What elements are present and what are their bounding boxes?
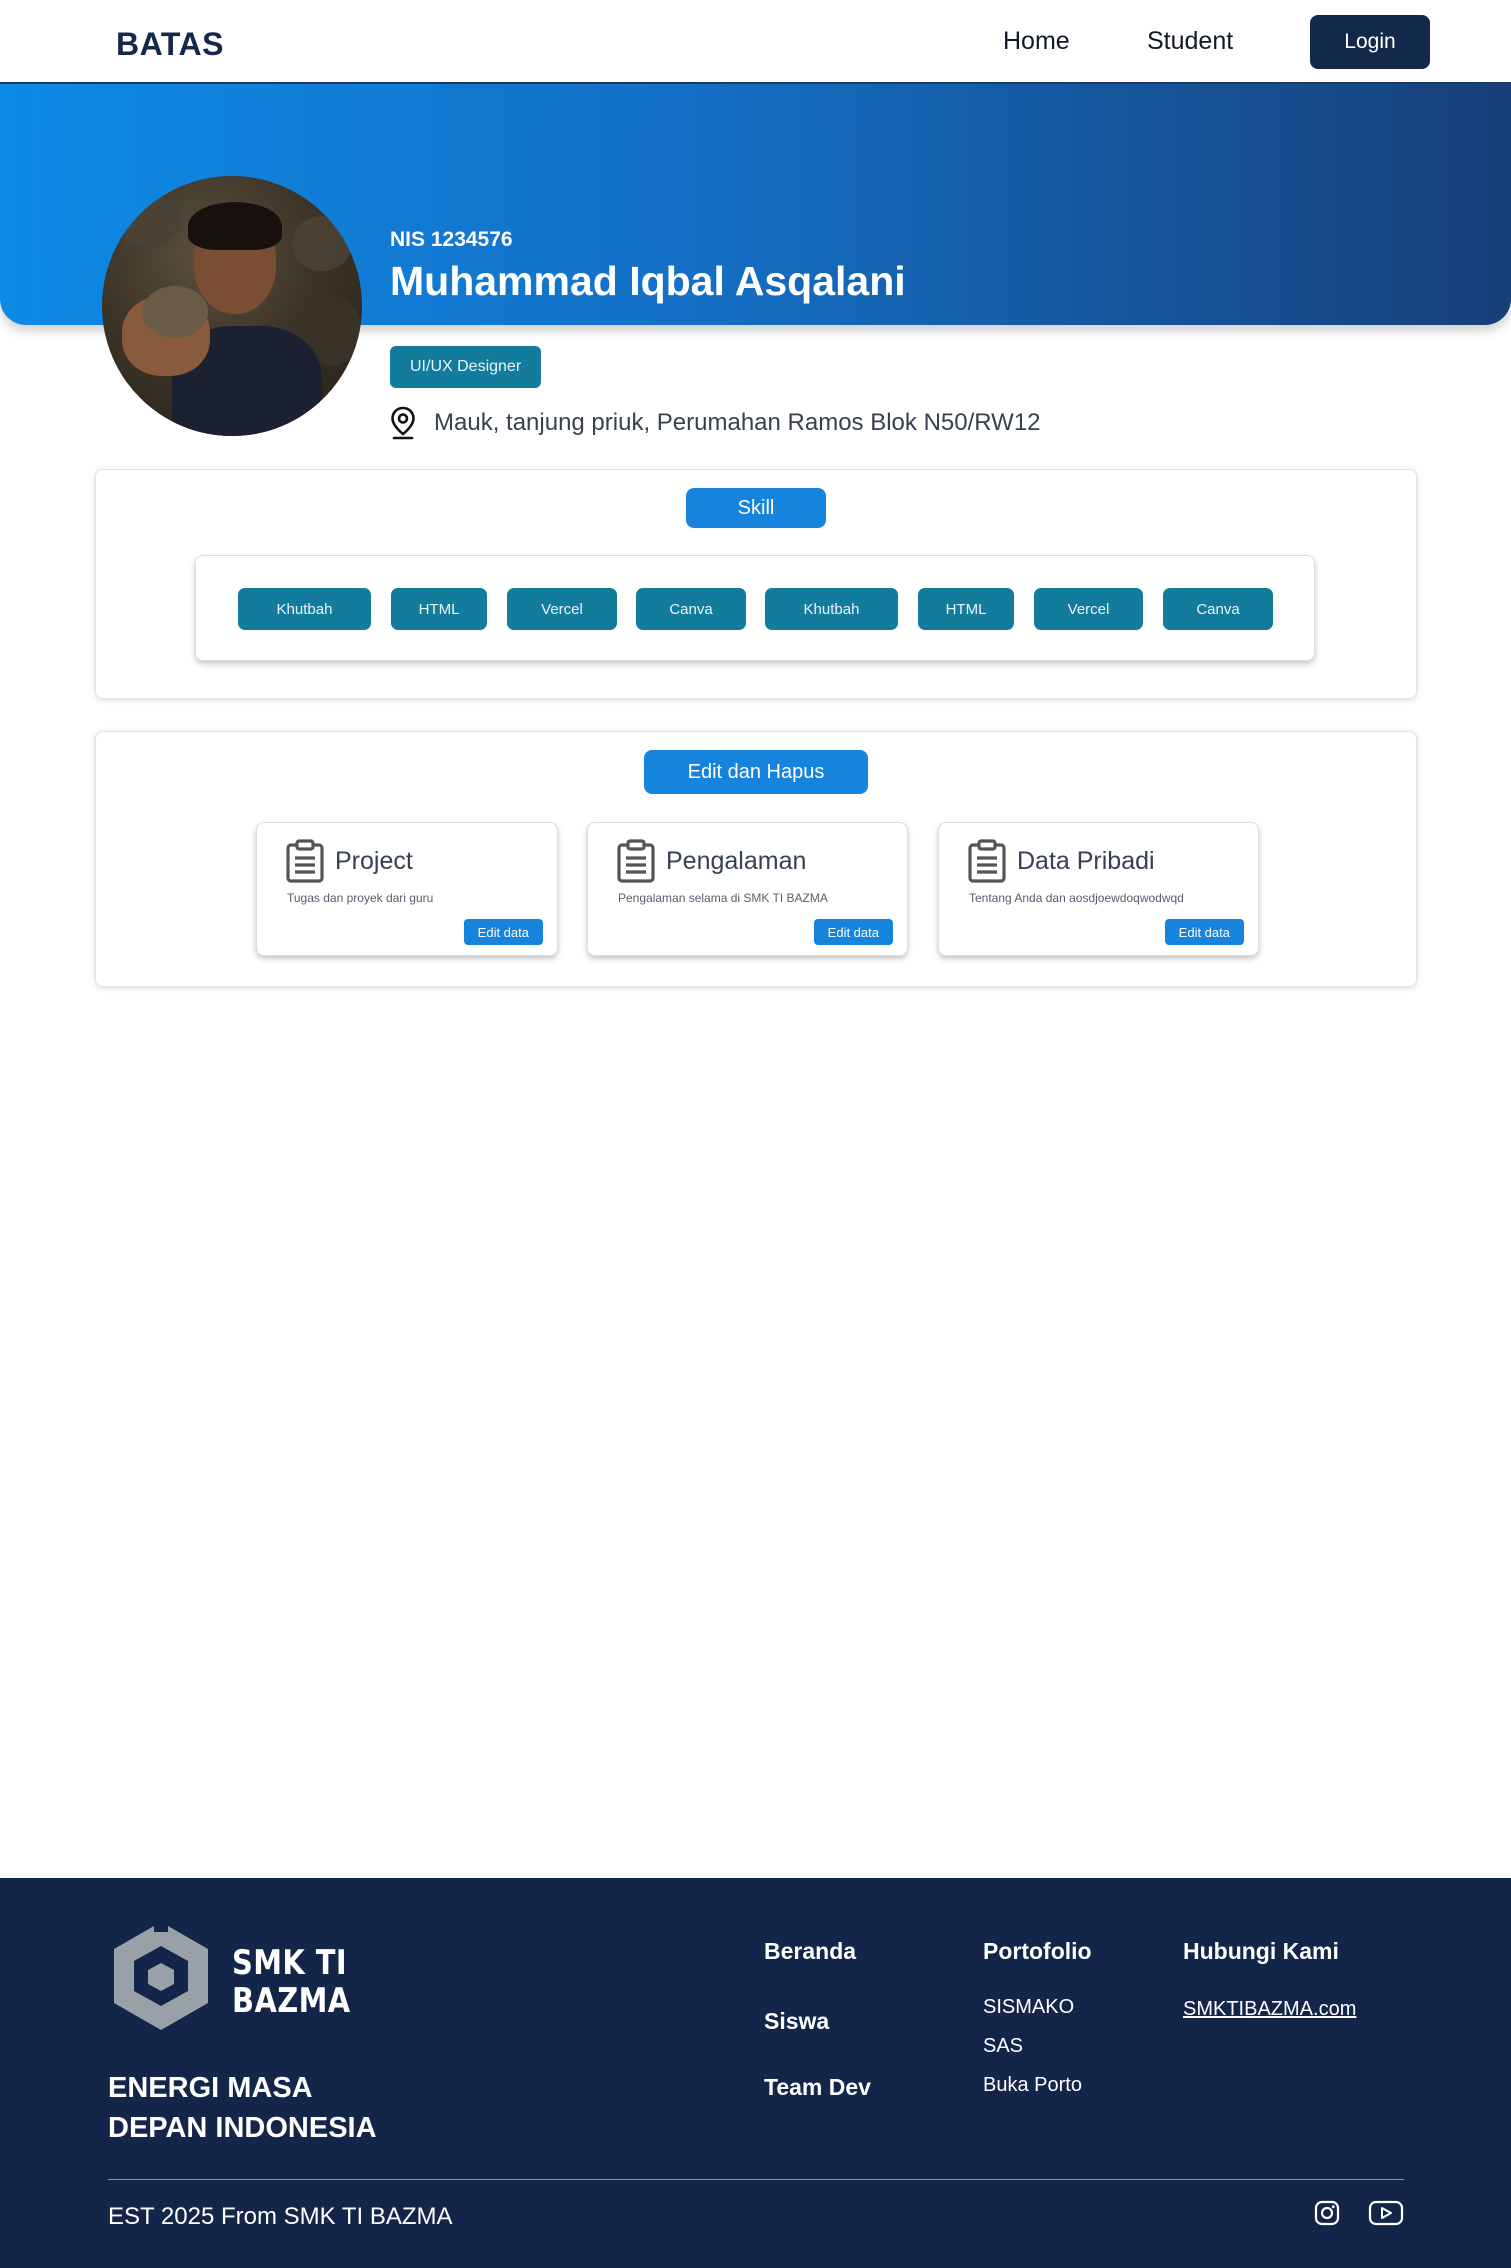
footer-link-beranda[interactable]: Beranda bbox=[764, 1938, 856, 1965]
avatar-bg-rock bbox=[112, 196, 182, 246]
location-pin-icon bbox=[391, 406, 415, 440]
tagline-line-2: DEPAN INDONESIA bbox=[108, 2112, 377, 2144]
card-title: Pengalaman bbox=[666, 846, 807, 875]
footer-link-siswa[interactable]: Siswa bbox=[764, 2008, 829, 2035]
skill-chip[interactable]: Canva bbox=[1163, 588, 1273, 630]
avatar-stone bbox=[142, 286, 208, 338]
login-button[interactable]: Login bbox=[1310, 15, 1430, 69]
project-card: Project Tugas dan proyek dari guru Edit … bbox=[256, 822, 558, 956]
footer: SMK TI BAZMA ENERGI MASA DEPAN INDONESIA… bbox=[0, 1878, 1511, 2268]
clipboard-icon bbox=[617, 839, 655, 883]
skill-list: Khutbah HTML Vercel Canva Khutbah HTML V… bbox=[195, 555, 1315, 661]
skill-chip[interactable]: HTML bbox=[918, 588, 1014, 630]
footer-link-team-dev[interactable]: Team Dev bbox=[764, 2074, 871, 2101]
card-title: Project bbox=[335, 846, 413, 875]
copyright-text: EST 2025 From SMK TI BAZMA bbox=[108, 2203, 453, 2230]
edit-section: Edit dan Hapus Project Tugas dan proyek … bbox=[95, 731, 1417, 987]
card-description: Tentang Anda dan aosdjoewdoqwodwqd bbox=[969, 891, 1184, 905]
avatar-bg-rock bbox=[292, 216, 352, 271]
edit-delete-button[interactable]: Edit dan Hapus bbox=[644, 750, 868, 794]
navbar: BATAS Home Student Login bbox=[0, 0, 1511, 84]
skill-chip[interactable]: Vercel bbox=[507, 588, 617, 630]
skill-chip[interactable]: HTML bbox=[391, 588, 487, 630]
student-name: Muhammad Iqbal Asqalani bbox=[390, 258, 906, 304]
tagline: ENERGI MASA DEPAN INDONESIA bbox=[108, 2068, 377, 2148]
logo-line-1: SMK TI bbox=[232, 1943, 348, 1983]
skill-chip[interactable]: Canva bbox=[636, 588, 746, 630]
student-nis: NIS 1234576 bbox=[390, 228, 513, 251]
nav-student-link[interactable]: Student bbox=[1147, 27, 1233, 56]
footer-divider bbox=[108, 2179, 1404, 2180]
footer-portfolio-item[interactable]: Buka Porto bbox=[983, 2074, 1082, 2097]
youtube-icon[interactable] bbox=[1368, 2200, 1404, 2226]
edit-data-button[interactable]: Edit data bbox=[813, 919, 893, 945]
skill-chip[interactable]: Khutbah bbox=[238, 588, 371, 630]
tagline-line-1: ENERGI MASA bbox=[108, 2072, 313, 2104]
edit-data-button[interactable]: Edit data bbox=[1164, 919, 1244, 945]
clipboard-icon bbox=[968, 839, 1006, 883]
nav-home-link[interactable]: Home bbox=[1003, 27, 1070, 56]
avatar-hair bbox=[188, 202, 282, 250]
instagram-icon[interactable] bbox=[1314, 2200, 1340, 2226]
card-description: Pengalaman selama di SMK TI BAZMA bbox=[618, 891, 828, 905]
skill-title-button[interactable]: Skill bbox=[686, 488, 826, 528]
address-text: Mauk, tanjung priuk, Perumahan Ramos Blo… bbox=[434, 409, 1041, 436]
role-badge: UI/UX Designer bbox=[390, 346, 542, 388]
card-title: Data Pribadi bbox=[1017, 846, 1155, 875]
footer-portfolio-item[interactable]: SAS bbox=[983, 2035, 1023, 2058]
logo-line-2: BAZMA bbox=[232, 1981, 351, 2021]
footer-portfolio-item[interactable]: SISMAKO bbox=[983, 1996, 1074, 2019]
skill-section: Skill Khutbah HTML Vercel Canva Khutbah … bbox=[95, 469, 1417, 699]
footer-portfolio-heading: Portofolio bbox=[983, 1938, 1092, 1964]
skill-chip[interactable]: Khutbah bbox=[765, 588, 898, 630]
school-logo-text: SMK TI BAZMA bbox=[232, 1944, 351, 2020]
skill-chip[interactable]: Vercel bbox=[1034, 588, 1143, 630]
avatar bbox=[102, 176, 362, 436]
personal-data-card: Data Pribadi Tentang Anda dan aosdjoewdo… bbox=[938, 822, 1259, 956]
card-description: Tugas dan proyek dari guru bbox=[287, 891, 434, 905]
footer-contact-heading: Hubungi Kami bbox=[1183, 1938, 1339, 1964]
clipboard-icon bbox=[286, 839, 324, 883]
brand-logo[interactable]: BATAS bbox=[116, 26, 224, 63]
experience-card: Pengalaman Pengalaman selama di SMK TI B… bbox=[587, 822, 908, 956]
footer-contact-link[interactable]: SMKTIBAZMA.com bbox=[1183, 1998, 1356, 2021]
edit-data-button[interactable]: Edit data bbox=[463, 919, 543, 945]
address-row: Mauk, tanjung priuk, Perumahan Ramos Blo… bbox=[390, 406, 1041, 440]
